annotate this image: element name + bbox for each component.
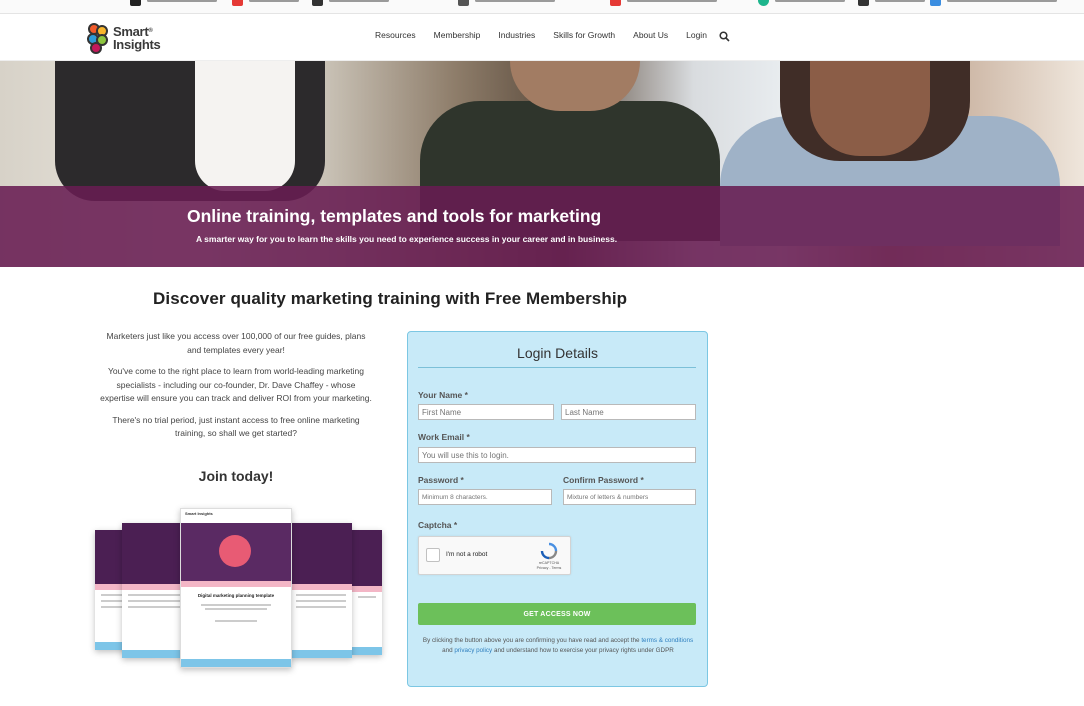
logo-line-2: Insights (113, 36, 161, 52)
get-access-button[interactable]: GET ACCESS NOW (418, 603, 696, 625)
nav-about-us[interactable]: About Us (633, 30, 668, 40)
main-nav: Resources Membership Industries Skills f… (375, 29, 730, 42)
password-input[interactable] (418, 489, 552, 505)
disclaimer-text: By clicking the button above you are con… (422, 637, 640, 644)
bookmark-item[interactable] (610, 0, 717, 6)
hero-subtitle: A smarter way for you to learn the skill… (196, 234, 618, 244)
join-heading: Join today! (198, 468, 274, 484)
recaptcha-links[interactable]: Privacy - Terms (535, 566, 563, 571)
bookmark-item[interactable] (758, 0, 845, 6)
bookmark-item[interactable] (858, 0, 925, 6)
privacy-policy-link[interactable]: privacy policy (454, 647, 492, 654)
name-label: Your Name * (418, 390, 468, 400)
confirm-password-input[interactable] (563, 489, 696, 505)
logo-text: Smart® Insights (113, 25, 161, 52)
recaptcha-text: I'm not a robot (446, 551, 488, 558)
recaptcha-widget: I'm not a robot reCAPTCHA Privacy - Terms (418, 536, 571, 575)
mockup-doc-main: Smart Insights Digital marketing plannin… (180, 508, 292, 668)
nav-skills-for-growth[interactable]: Skills for Growth (553, 30, 615, 40)
mockup-doc (352, 530, 382, 655)
bookmark-item[interactable] (458, 0, 555, 6)
nav-resources[interactable]: Resources (375, 30, 416, 40)
captcha-label: Captcha * (418, 520, 458, 530)
template-mockups-image: Smart Insights Digital marketing plannin… (90, 505, 390, 675)
first-name-input[interactable] (418, 404, 554, 420)
recaptcha-icon (540, 542, 558, 560)
logo-mark-icon (86, 21, 110, 54)
terms-link[interactable]: terms & conditions (641, 637, 693, 644)
nav-login[interactable]: Login (686, 30, 707, 40)
bookmark-item[interactable] (232, 0, 299, 6)
intro-paragraph: You've come to the right place to learn … (100, 366, 372, 403)
site-header: Smart® Insights Resources Membership Ind… (0, 14, 1084, 61)
confirm-password-label: Confirm Password * (563, 475, 644, 485)
logo-registered-mark: ® (148, 27, 153, 34)
password-label: Password * (418, 475, 464, 485)
hero-title: Online training, templates and tools for… (187, 206, 602, 226)
hero-photo-face-right (810, 61, 930, 156)
bookmark-item[interactable] (130, 0, 217, 6)
recaptcha-branding: reCAPTCHA Privacy - Terms (535, 561, 563, 571)
disclaimer-text: and understand how to exercise your priv… (493, 646, 674, 654)
hero-photo-shirt (195, 61, 295, 191)
mockup-logo: Smart Insights (181, 509, 291, 523)
mockup-title: Digital marketing planning template (197, 593, 275, 598)
section-title: Discover quality marketing training with… (153, 289, 628, 308)
form-disclaimer: By clicking the button above you are con… (420, 636, 696, 655)
bookmark-item[interactable] (930, 0, 1057, 6)
intro-paragraph: Marketers just like you access over 100,… (106, 331, 366, 355)
recaptcha-checkbox[interactable] (426, 548, 440, 562)
intro-paragraph: There's no trial period, just instant ac… (112, 414, 360, 439)
bookmark-item[interactable] (312, 0, 389, 6)
email-label: Work Email * (418, 432, 470, 442)
bookmarks-bar (0, 0, 1084, 14)
last-name-input[interactable] (561, 404, 696, 420)
intro-text: Marketers just like you access over 100,… (100, 330, 372, 449)
email-input[interactable] (418, 447, 696, 463)
form-divider (418, 367, 696, 368)
mockup-graphic (219, 535, 251, 567)
login-form-card: Login Details Your Name * Work Email * P… (407, 331, 708, 687)
form-title: Login Details (517, 345, 598, 361)
nav-industries[interactable]: Industries (498, 30, 535, 40)
hero-banner: Online training, templates and tools for… (0, 61, 1084, 267)
search-icon[interactable] (719, 29, 730, 42)
mockup-doc (290, 523, 352, 658)
smart-insights-logo[interactable]: Smart® Insights (86, 21, 161, 54)
nav-membership[interactable]: Membership (434, 30, 481, 40)
disclaimer-text: and (442, 646, 453, 654)
